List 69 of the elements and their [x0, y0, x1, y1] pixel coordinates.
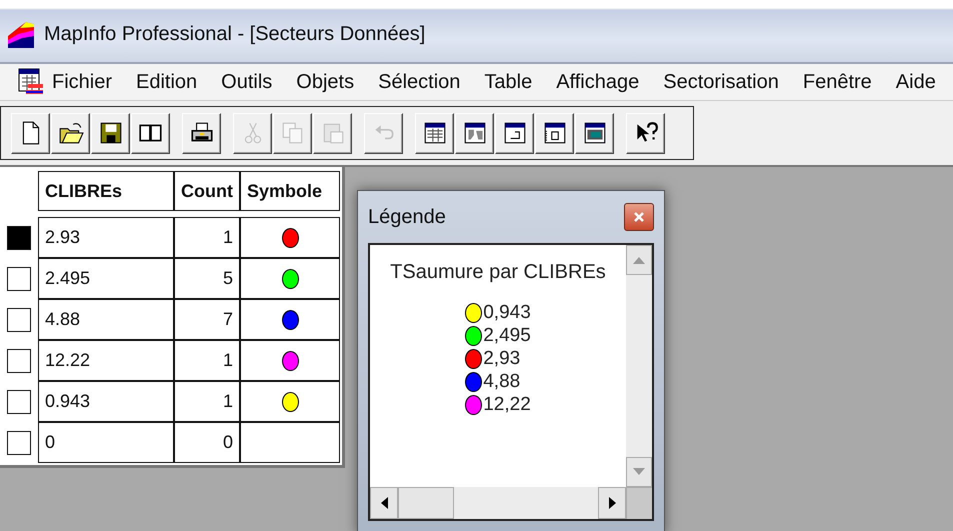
- layout-window-icon: [542, 120, 568, 146]
- legend-label: 2,495: [483, 325, 531, 347]
- menu-item[interactable]: Sectorisation: [651, 70, 791, 94]
- up-arrow-icon: [633, 256, 645, 264]
- scroll-right-button[interactable]: [598, 487, 626, 519]
- toolbar-button[interactable]: [11, 112, 50, 154]
- menu-item[interactable]: Fenêtre: [790, 70, 884, 94]
- row-selector[interactable]: [7, 308, 31, 332]
- close-button[interactable]: [624, 203, 654, 231]
- table-cell: 12.22: [38, 340, 174, 381]
- column-header[interactable]: Count: [174, 171, 240, 211]
- map-window-icon: [462, 120, 488, 146]
- redistrict-window-icon: [582, 120, 608, 146]
- table-cell: 0: [38, 422, 174, 463]
- app-logo-icon: [8, 20, 36, 48]
- toolbar-button[interactable]: [415, 112, 454, 154]
- row-selector[interactable]: [7, 348, 31, 372]
- toolbar-button[interactable]: [455, 112, 494, 154]
- menu-item[interactable]: Table: [472, 70, 544, 94]
- table-cell: 4.88: [38, 299, 174, 340]
- toolbar-button[interactable]: [575, 112, 614, 154]
- legend-heading: TSaumure par CLIBREs: [390, 261, 606, 284]
- close-icon: [634, 212, 644, 222]
- table-cell: 0.943: [38, 381, 174, 422]
- horizontal-scrollbar[interactable]: [370, 487, 626, 519]
- scrollbar-corner: [626, 487, 652, 519]
- legend-label: 4,88: [483, 371, 520, 393]
- graph-window-icon: [502, 120, 528, 146]
- table-cell: 2.495: [38, 258, 174, 299]
- menu-item[interactable]: Objets: [284, 70, 366, 94]
- table-cell: 0: [174, 422, 240, 463]
- window-title: Légende: [368, 206, 446, 228]
- left-arrow-icon: [380, 497, 388, 509]
- menu-item[interactable]: Sélection: [366, 70, 472, 94]
- menu-item[interactable]: Affichage: [544, 70, 652, 94]
- open-folder-icon: [58, 120, 84, 146]
- column-header[interactable]: CLIBREs: [38, 171, 174, 211]
- down-arrow-icon: [633, 468, 645, 476]
- scroll-thumb[interactable]: [398, 487, 454, 519]
- table-cell: 1: [174, 381, 240, 422]
- table-cell: 1: [174, 217, 240, 258]
- table-cell: 2.93: [38, 217, 174, 258]
- window-title: MapInfo Professional - [Secteurs Données]: [44, 22, 426, 46]
- toolbar-button[interactable]: [131, 112, 170, 154]
- scroll-left-button[interactable]: [370, 487, 398, 519]
- legend-label: 0,943: [483, 302, 531, 324]
- right-arrow-icon: [608, 497, 616, 509]
- menu-item[interactable]: Aide: [884, 70, 948, 94]
- row-selector[interactable]: [7, 266, 31, 290]
- toolbar-button[interactable]: [495, 112, 534, 154]
- menu-item[interactable]: Fichier: [44, 70, 124, 94]
- menu-item[interactable]: Outils: [209, 70, 284, 94]
- document-icon[interactable]: [18, 68, 44, 96]
- legend-label: 2,93: [483, 348, 520, 370]
- table-window-icon: [422, 120, 448, 146]
- menu-item[interactable]: Edition: [124, 70, 210, 94]
- toolbar-button[interactable]: [626, 112, 665, 154]
- toolbar-button[interactable]: [535, 112, 574, 154]
- toolbar-button[interactable]: [182, 112, 221, 154]
- table-cell: 5: [174, 258, 240, 299]
- row-selector[interactable]: [7, 430, 31, 454]
- table-cell: 1: [174, 340, 240, 381]
- toolbar-button[interactable]: [51, 112, 90, 154]
- legend-label: 12,22: [483, 394, 531, 416]
- table-cell: 7: [174, 299, 240, 340]
- row-selector[interactable]: [7, 226, 31, 250]
- toolbar-button[interactable]: [91, 112, 130, 154]
- column-header[interactable]: Symbole: [240, 171, 340, 211]
- row-selector[interactable]: [7, 390, 31, 414]
